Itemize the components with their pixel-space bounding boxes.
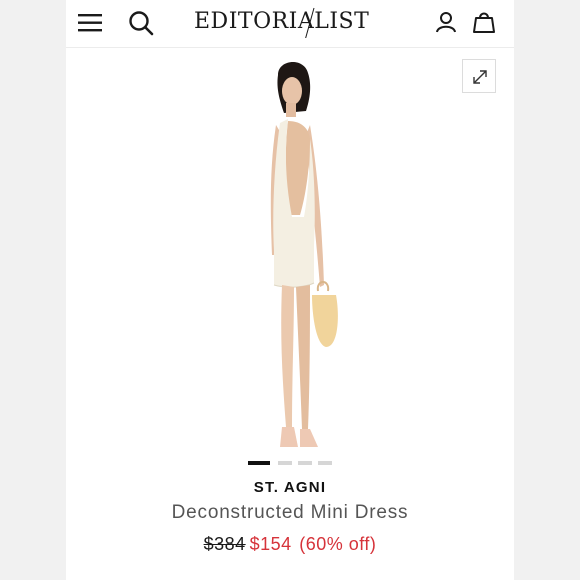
- hamburger-menu-icon[interactable]: [76, 8, 106, 38]
- gallery-dot-4[interactable]: [318, 461, 332, 465]
- shopping-bag-icon[interactable]: [470, 8, 498, 36]
- site-header: EDITORIALIST: [66, 0, 514, 48]
- original-price: $384: [203, 534, 246, 554]
- product-image[interactable]: [226, 55, 356, 455]
- price-row: $384 $154 (60% off): [66, 534, 514, 555]
- product-page: EDITORIALIST ST. AGNI Deconstructed Mini…: [66, 0, 514, 580]
- product-name: Deconstructed Mini Dress: [171, 502, 409, 523]
- discount-label: (60% off): [299, 534, 377, 554]
- gallery-dot-2[interactable]: [278, 461, 292, 465]
- background-left: [0, 0, 66, 580]
- product-gallery[interactable]: [66, 49, 514, 454]
- background-right: [514, 0, 580, 580]
- gallery-dot-1[interactable]: [248, 461, 270, 465]
- gallery-dot-3[interactable]: [298, 461, 312, 465]
- gallery-pagination: [248, 461, 338, 465]
- logo-slash-mark: [305, 7, 315, 38]
- site-logo[interactable]: EDITORIALIST: [194, 6, 390, 38]
- search-icon[interactable]: [126, 8, 156, 38]
- product-brand[interactable]: ST. AGNI: [66, 479, 514, 496]
- logo-text: EDITORIALIST: [194, 9, 370, 34]
- expand-icon[interactable]: [462, 59, 496, 93]
- user-icon[interactable]: [432, 8, 460, 36]
- sale-price: $154: [249, 534, 292, 554]
